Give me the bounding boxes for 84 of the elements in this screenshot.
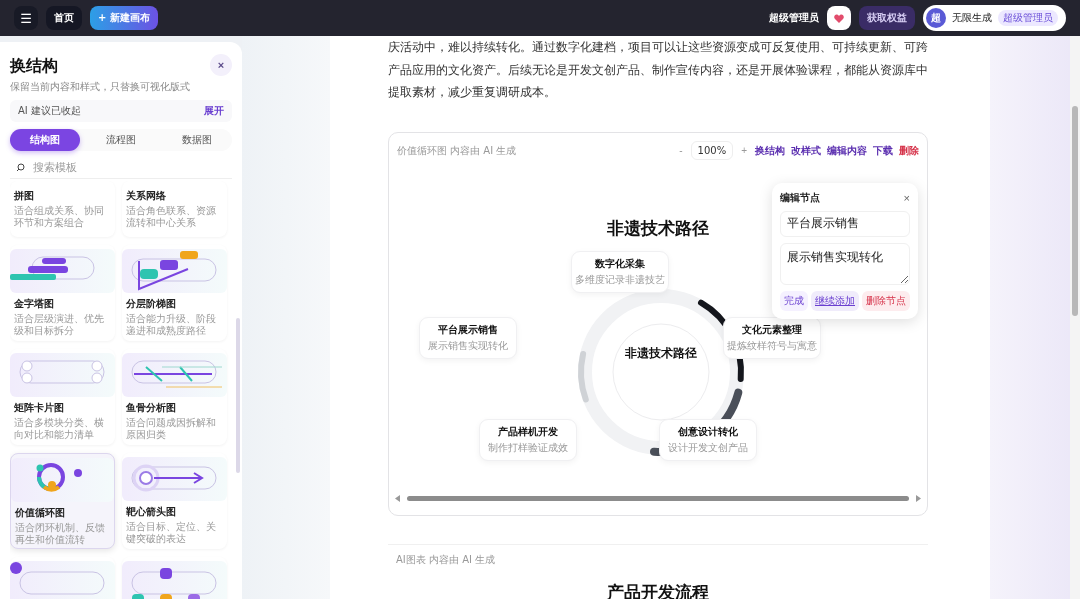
node-title: 创意设计转化 [678, 424, 738, 439]
diagram-node[interactable]: 平台展示销售 展示销售实现转化 [419, 316, 517, 359]
scroll-left-icon[interactable] [395, 495, 401, 502]
user-role: 超级管理员 [769, 11, 819, 25]
horizontal-scrollbar-thumb[interactable] [407, 496, 909, 501]
template-name: 分层阶梯图 [126, 297, 177, 311]
template-description: 适合角色联系、资源流转和中心关系 [126, 205, 217, 229]
close-button[interactable]: × [903, 191, 910, 204]
template-description: 适合目标、定位、关键突破的表达 [126, 521, 217, 545]
template-card[interactable]: 金字塔图 适合层级演进、优先级和目标拆分 [10, 245, 115, 341]
popup-title: 编辑节点 [780, 190, 820, 205]
diagram-node[interactable]: 产品样机开发 制作打样验证成效 [479, 418, 577, 461]
template-name: 价值循环图 [15, 506, 66, 520]
panel-subtitle: 保留当前内容和样式，只替换可视化版式 [10, 80, 191, 94]
template-name: 拼图 [14, 189, 35, 203]
node-title: 文化元素整理 [742, 322, 802, 337]
template-description: 适合闭环机制、反馈再生和价值流转 [15, 522, 106, 546]
node-title: 数字化采集 [595, 256, 645, 271]
template-card[interactable]: 拼图 适合组成关系、协同环节和方案组合 [10, 181, 115, 237]
account-pill[interactable]: 超 无限生成 超级管理员 [923, 5, 1066, 31]
add-node-button[interactable]: 继续添加 [811, 290, 859, 311]
avatar: 超 [926, 8, 946, 28]
home-button[interactable]: 首页 [46, 6, 82, 30]
template-card[interactable]: 关系网络 适合角色联系、资源流转和中心关系 [122, 181, 227, 237]
template-name: 靶心箭头图 [126, 505, 177, 519]
chart-type-tab[interactable]: 流程图 [86, 129, 156, 151]
node-description: 设计开发文创产品 [668, 440, 748, 455]
template-card[interactable]: 价值循环图 适合闭环机制、反馈再生和价值流转 [10, 453, 115, 549]
zoom-level: 100% [690, 141, 734, 160]
action-link[interactable]: 换结构 [755, 143, 785, 158]
template-card[interactable]: 分层阶梯图 适合能力升级、阶段递进和成熟度路径 [122, 245, 227, 341]
template-description: 适合组成关系、协同环节和方案组合 [14, 205, 105, 229]
plan-label: 无限生成 [952, 11, 992, 25]
role-badge: 超级管理员 [998, 10, 1058, 26]
body-paragraph: 庆活动中，难以持续转化。通过数字化建档，项目可以让这些资源变成可反复使用、可持续更新、可跨产品应用的文化资产。后续无论是开发文创产品、制作宣传内容，还是开展体验课程，都能从资源库中提取素材，减少重复调研成本。 [388, 39, 929, 101]
diagram-node[interactable]: 创意设计转化 设计开发文创产品 [659, 418, 757, 461]
scrollbar-thumb[interactable] [1072, 106, 1078, 316]
arc-segment [578, 350, 589, 402]
expand-link[interactable]: 展开 [204, 104, 224, 118]
template-description: 适合多模块分类、横向对比和能力清单 [14, 417, 105, 441]
search-icon [16, 162, 25, 172]
delete-link[interactable]: 删除 [899, 143, 919, 158]
close-button[interactable]: × [210, 53, 232, 76]
node-description: 提炼纹样符号与寓意 [727, 338, 817, 353]
template-name: 关系网络 [126, 189, 167, 203]
favorite-button[interactable] [827, 6, 851, 30]
action-link[interactable]: 改样式 [791, 143, 821, 158]
template-card[interactable]: 靶心箭头图 适合目标、定位、关键突破的表达 [122, 453, 227, 549]
menu-button[interactable]: ☰ [14, 6, 38, 30]
chart-type-tab[interactable]: 结构图 [10, 129, 80, 151]
node-description: 展示销售实现转化 [428, 338, 508, 353]
node-description-input[interactable]: 展示销售实现转化 [780, 242, 910, 285]
search-field[interactable]: 搜索模板 [33, 161, 203, 173]
template-name: 鱼骨分析图 [126, 401, 177, 415]
chart-type-tab[interactable]: 数据图 [162, 129, 232, 151]
done-button[interactable]: 完成 [780, 290, 808, 311]
node-name-input[interactable]: 平台展示销售 [780, 210, 910, 237]
action-link[interactable]: 下载 [873, 143, 893, 158]
template-name: 矩阵卡片图 [14, 401, 65, 415]
template-description: 适合层级演进、优先级和目标拆分 [14, 313, 105, 337]
node-title: 平台展示销售 [438, 322, 498, 337]
node-description: 制作打样验证成效 [488, 440, 568, 455]
diagram-center-label: 非遗技术路径 [624, 344, 698, 362]
diagram-title: 非遗技术路径 [607, 216, 709, 240]
action-link[interactable]: 编辑内容 [827, 143, 867, 158]
template-name: 金字塔图 [14, 297, 55, 311]
template-card[interactable]: 矩阵卡片图 适合多模块分类、横向对比和能力清单 [10, 349, 115, 445]
scroll-right-icon[interactable] [915, 495, 921, 502]
chart-caption: AI图表 内容由 AI 生成 [396, 552, 497, 567]
heart-icon [834, 13, 844, 23]
new-canvas-button[interactable]: + 新建画布 [90, 6, 158, 30]
scrollbar-thumb[interactable] [236, 318, 240, 473]
ai-hint-text: AI 建议已收起 [18, 104, 81, 118]
diagram-node[interactable]: 数字化采集 多维度记录非遗技艺 [571, 250, 669, 293]
diagram-node[interactable]: 文化元素整理 提炼纹样符号与寓意 [723, 316, 821, 359]
chart-caption: 价值循环图 内容由 AI 生成 [397, 143, 518, 158]
delete-node-button[interactable]: 删除节点 [862, 290, 910, 311]
node-title: 产品样机开发 [498, 424, 558, 439]
benefits-button[interactable]: 获取权益 [859, 6, 915, 30]
node-description: 多维度记录非遗技艺 [575, 272, 665, 287]
template-description: 适合能力升级、阶段递进和成熟度路径 [126, 313, 217, 337]
template-description: 适合问题成因拆解和原因归类 [126, 417, 217, 441]
template-card[interactable]: 鱼骨分析图 适合问题成因拆解和原因归类 [122, 349, 227, 445]
panel-title: 换结构 [10, 56, 58, 77]
